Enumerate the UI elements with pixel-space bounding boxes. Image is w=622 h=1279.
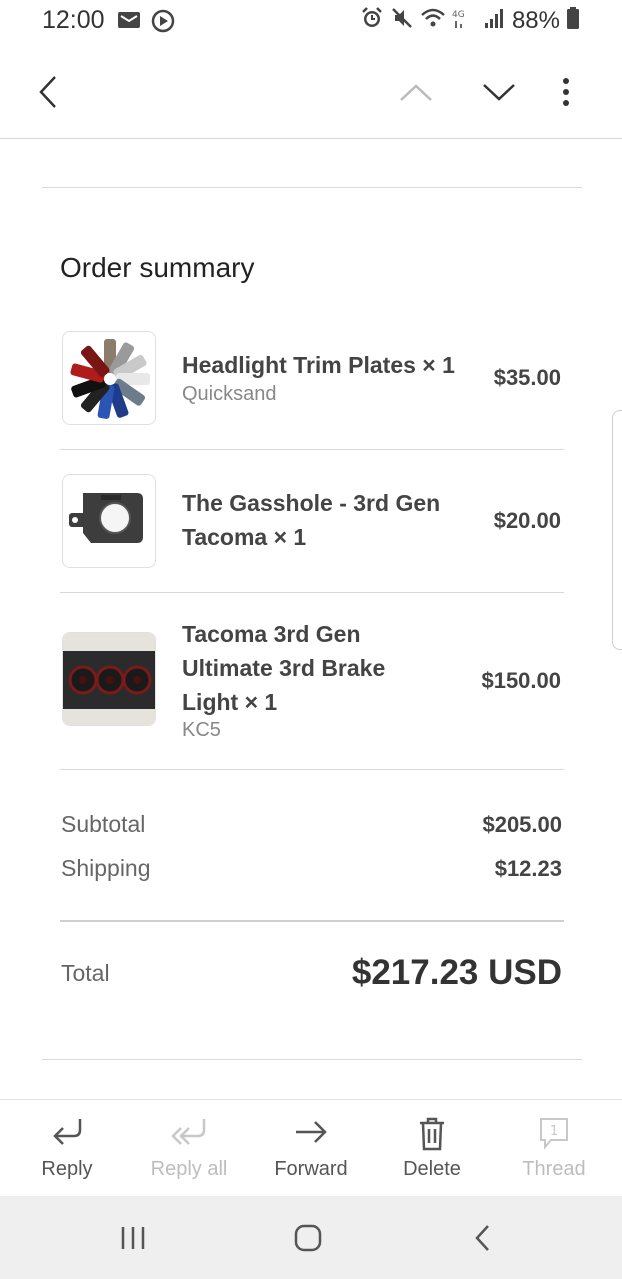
shipping-value: $12.23 <box>494 856 562 881</box>
item-name-line: Tacoma 3rd Gen <box>182 621 361 647</box>
item-divider <box>60 449 564 450</box>
home-button[interactable] <box>268 1196 348 1279</box>
chevron-down-icon <box>483 83 515 101</box>
status-left-icons <box>117 9 175 38</box>
forward-label: Forward <box>274 1158 348 1180</box>
thread-label: Thread <box>522 1158 586 1180</box>
item-name-line: The Gasshole - 3rd Gen <box>182 490 441 516</box>
total-value: $217.23 USD <box>351 953 562 992</box>
mail-icon <box>117 9 141 38</box>
item-price: $150.00 <box>481 668 561 693</box>
back-icon <box>475 1224 489 1251</box>
reply-all-button[interactable]: Reply all <box>128 1100 250 1197</box>
back-arrow-icon <box>39 75 56 108</box>
trash-icon <box>371 1116 493 1152</box>
wifi-icon <box>420 6 446 35</box>
headlight-trim-plates-image <box>62 331 156 425</box>
item-variant: Quicksand <box>182 383 277 405</box>
item-name: Tacoma 3rd Gen Ultimate 3rd Brake Light … <box>182 617 385 719</box>
svg-text:4G: 4G <box>452 10 465 20</box>
status-right-icons: 4G 88% <box>360 6 580 35</box>
circle-play-icon <box>151 9 175 38</box>
reply-all-label: Reply all <box>150 1158 228 1180</box>
recent-apps-button[interactable] <box>93 1196 173 1279</box>
subtotal-label: Subtotal <box>61 811 146 837</box>
order-item: Headlight Trim Plates × 1 Quicksand $35.… <box>60 328 564 428</box>
previous-email-button[interactable] <box>386 44 446 139</box>
item-name: The Gasshole - 3rd Gen Tacoma × 1 <box>182 486 440 554</box>
chevron-up-icon <box>400 83 432 101</box>
total-divider <box>60 920 564 922</box>
home-icon <box>294 1224 322 1251</box>
brake-light-image <box>62 632 156 726</box>
reply-all-icon <box>128 1116 250 1152</box>
recent-apps-icon <box>121 1226 145 1249</box>
item-price: $35.00 <box>493 365 561 390</box>
bottom-divider <box>42 1059 582 1060</box>
alarm-icon <box>360 6 384 35</box>
gasshole-image <box>62 474 156 568</box>
reply-button[interactable]: Reply <box>6 1100 128 1197</box>
email-action-bar: Reply Reply all Forward Delete 1 Thread <box>0 1099 622 1196</box>
forward-icon <box>250 1116 372 1152</box>
delete-label: Delete <box>403 1158 461 1180</box>
subtotal-value: $205.00 <box>482 812 562 837</box>
back-button[interactable] <box>18 44 78 139</box>
item-name-line: Light × 1 <box>182 689 278 715</box>
system-back-button[interactable] <box>443 1196 523 1279</box>
thread-icon: 1 <box>493 1116 615 1152</box>
battery-percentage: 88% <box>511 6 560 34</box>
next-email-button[interactable] <box>469 44 529 139</box>
shipping-label: Shipping <box>61 855 151 881</box>
item-name-line: Tacoma × 1 <box>182 524 307 550</box>
delete-button[interactable]: Delete <box>371 1100 493 1197</box>
item-divider <box>60 769 564 770</box>
status-time: 12:00 <box>42 6 105 34</box>
scroll-handle[interactable] <box>612 410 622 650</box>
status-bar: 12:00 4G 88% <box>0 0 622 44</box>
thread-count: 1 <box>550 1124 558 1139</box>
item-price: $20.00 <box>493 508 561 533</box>
item-name-line: Ultimate 3rd Brake <box>182 655 386 681</box>
order-item: Tacoma 3rd Gen Ultimate 3rd Brake Light … <box>60 617 564 747</box>
more-vertical-icon <box>563 77 569 106</box>
signal-icon <box>484 6 506 35</box>
item-divider <box>60 592 564 593</box>
order-summary-title: Order summary <box>60 252 255 283</box>
email-toolbar <box>0 44 622 139</box>
thread-button[interactable]: 1 Thread <box>493 1100 615 1197</box>
total-label: Total <box>61 960 110 986</box>
order-item: The Gasshole - 3rd Gen Tacoma × 1 $20.00 <box>60 472 564 572</box>
mute-icon <box>390 6 414 35</box>
forward-button[interactable]: Forward <box>250 1100 372 1197</box>
reply-label: Reply <box>41 1158 93 1180</box>
lte-icon: 4G <box>452 6 478 35</box>
item-name: Headlight Trim Plates × 1 <box>182 352 455 378</box>
reply-icon <box>6 1116 128 1152</box>
more-options-button[interactable] <box>536 44 596 139</box>
system-nav-bar <box>0 1196 622 1279</box>
item-variant: KC5 <box>182 719 221 741</box>
battery-icon <box>566 6 580 35</box>
top-divider <box>42 187 582 188</box>
